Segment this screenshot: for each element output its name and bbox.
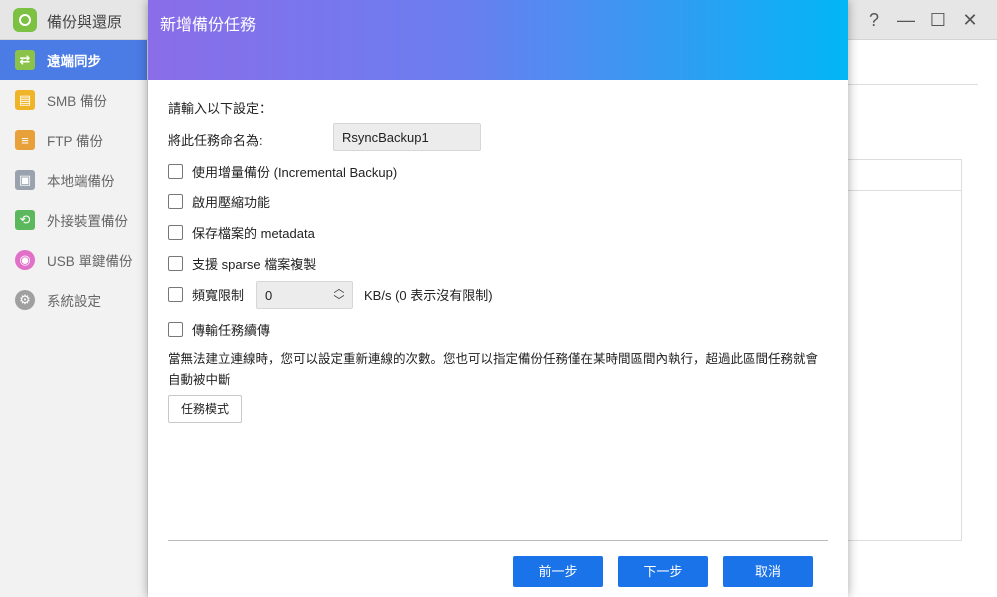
- option-resume[interactable]: 傳輸任務續傳: [168, 320, 270, 339]
- sidebar-item-usb-backup[interactable]: ◉ USB 單鍵備份: [0, 240, 147, 280]
- chevron-down-icon[interactable]: ﹀: [332, 295, 346, 307]
- retry-hint-text: 當無法建立連線時，您可以設定重新連線的次數。您也可以指定備份任務僅在某時間區間內…: [168, 352, 819, 387]
- chevron-up-icon[interactable]: ︿: [332, 283, 346, 295]
- bandwidth-stepper[interactable]: 0 ︿ ﹀: [256, 281, 353, 309]
- task-mode-button[interactable]: 任務模式: [168, 395, 242, 423]
- minimize-icon[interactable]: —: [894, 8, 918, 32]
- sync-icon: ⇄: [15, 50, 35, 70]
- sidebar-item-label: FTP 備份: [47, 134, 104, 149]
- help-icon[interactable]: ?: [862, 8, 886, 32]
- bandwidth-unit: KB/s (0 表示沒有限制): [364, 288, 493, 303]
- resume-checkbox[interactable]: [168, 322, 183, 337]
- background-divider: [848, 84, 978, 85]
- background-panel: [848, 159, 962, 541]
- dialog-title: 新增備份任務: [160, 17, 257, 34]
- intro-text: 請輸入以下設定：: [168, 101, 273, 116]
- footer-divider: [168, 540, 828, 541]
- bandwidth-checkbox[interactable]: [168, 287, 183, 302]
- background-panel-header: [848, 160, 961, 191]
- task-name-input[interactable]: [333, 123, 481, 151]
- cancel-button[interactable]: 取消: [723, 556, 813, 587]
- maximize-icon[interactable]: ☐: [926, 8, 950, 32]
- incremental-checkbox[interactable]: [168, 164, 183, 179]
- ftp-server-icon: ≡: [15, 130, 35, 150]
- bandwidth-value[interactable]: 0: [265, 288, 272, 303]
- sidebar-item-label: 系統設定: [47, 294, 101, 309]
- local-disk-icon: ▣: [15, 170, 35, 190]
- sparse-checkbox[interactable]: [168, 256, 183, 271]
- next-step-button[interactable]: 下一步: [618, 556, 708, 587]
- gear-icon: ⚙: [15, 290, 35, 310]
- new-backup-task-dialog: 新增備份任務 請輸入以下設定： 將此任務命名為: 使用增量備份 (Increme…: [148, 0, 848, 597]
- sidebar-item-ftp-backup[interactable]: ≡ FTP 備份: [0, 120, 147, 160]
- app-title: 備份與還原: [47, 14, 123, 31]
- sidebar-item-smb-backup[interactable]: ▤ SMB 備份: [0, 80, 147, 120]
- sidebar-item-local-backup[interactable]: ▣ 本地端備份: [0, 160, 147, 200]
- option-compression[interactable]: 啟用壓縮功能: [168, 192, 270, 211]
- sidebar-item-external-backup[interactable]: ⟲ 外接裝置備份: [0, 200, 147, 240]
- close-icon[interactable]: ✕: [958, 8, 982, 32]
- sidebar-item-remote-sync[interactable]: ⇄ 遠端同步: [0, 40, 147, 80]
- option-incremental[interactable]: 使用增量備份 (Incremental Backup): [168, 162, 397, 181]
- option-bandwidth[interactable]: 頻寬限制: [168, 285, 244, 304]
- option-metadata[interactable]: 保存檔案的 metadata: [168, 223, 315, 242]
- option-sparse[interactable]: 支援 sparse 檔案複製: [168, 254, 316, 273]
- usb-one-touch-icon: ◉: [15, 250, 35, 270]
- sidebar-item-label: SMB 備份: [47, 94, 108, 109]
- sidebar-item-system-settings[interactable]: ⚙ 系統設定: [0, 280, 147, 320]
- sidebar-item-label: 本地端備份: [47, 174, 115, 189]
- sidebar-item-label: 遠端同步: [47, 54, 101, 69]
- metadata-checkbox[interactable]: [168, 225, 183, 240]
- sidebar-item-label: USB 單鍵備份: [47, 254, 133, 269]
- dialog-header: 新增備份任務: [148, 0, 848, 80]
- prev-step-button[interactable]: 前一步: [513, 556, 603, 587]
- task-name-label: 將此任務命名為:: [168, 133, 263, 148]
- app-logo-icon: [13, 8, 37, 32]
- smb-folder-icon: ▤: [15, 90, 35, 110]
- compression-checkbox[interactable]: [168, 194, 183, 209]
- external-device-icon: ⟲: [15, 210, 35, 230]
- sidebar-item-label: 外接裝置備份: [47, 214, 128, 229]
- sidebar: ⇄ 遠端同步 ▤ SMB 備份 ≡ FTP 備份 ▣ 本地端備份 ⟲ 外接裝置備…: [0, 40, 148, 597]
